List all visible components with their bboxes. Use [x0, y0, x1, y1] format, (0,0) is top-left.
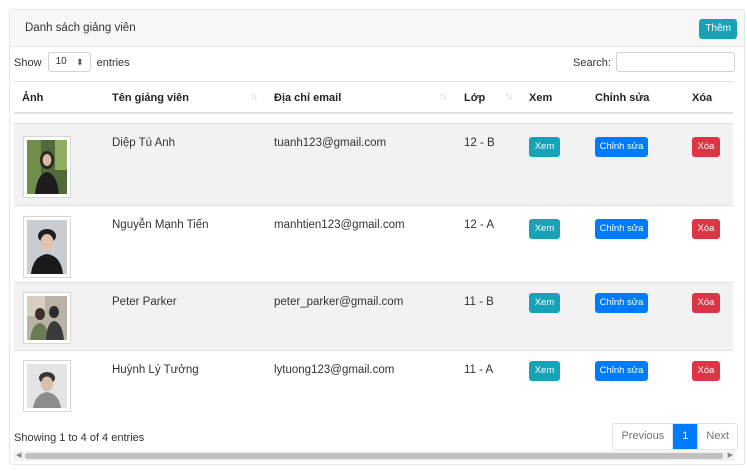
lecturer-email: peter_parker@gmail.com — [274, 296, 404, 308]
lecturer-email: manhtien123@gmail.com — [274, 219, 405, 231]
delete-button[interactable]: Xóa — [692, 361, 720, 381]
lecturer-class: 11 - A — [464, 364, 494, 376]
card-header: Danh sách giảng viên Thêm — [10, 10, 744, 47]
view-button[interactable]: Xem — [529, 219, 560, 239]
sort-arrows-icon: ↑↓ — [439, 91, 447, 101]
lecturer-email: lytuong123@gmail.com — [274, 364, 395, 376]
scroll-left-icon[interactable]: ◀ — [16, 451, 21, 461]
entries-select[interactable]: 10 ⬍ — [47, 52, 91, 73]
lecturer-email: tuanh123@gmail.com — [274, 137, 387, 149]
column-header-email[interactable]: Địa chỉ email — [274, 92, 341, 104]
column-header-view: Xem — [529, 92, 553, 104]
edit-button[interactable]: Chỉnh sửa — [595, 361, 648, 381]
column-header-class[interactable]: Lớp — [464, 92, 485, 104]
table-row: Peter Parker peter_parker@gmail.com 11 -… — [14, 282, 733, 350]
search-input[interactable] — [616, 52, 735, 73]
edit-button[interactable]: Chỉnh sửa — [595, 219, 648, 239]
table-row: Diệp Tú Anh tuanh123@gmail.com 12 - B Xe… — [14, 123, 733, 205]
page-1-button[interactable]: 1 — [672, 424, 698, 449]
lecturer-photo — [23, 136, 71, 198]
search-control: Search: — [573, 52, 735, 74]
lecturer-class: 12 - A — [464, 219, 495, 231]
column-header-delete: Xóa — [692, 92, 713, 104]
pagination: Previous 1 Next — [612, 423, 738, 450]
search-label: Search: — [573, 57, 611, 69]
show-label: Show — [14, 57, 42, 69]
entries-select-value: 10 — [55, 56, 67, 68]
scroll-right-icon[interactable]: ▶ — [728, 451, 733, 461]
delete-button[interactable]: Xóa — [692, 137, 720, 157]
updown-caret-icon: ⬍ — [76, 57, 84, 68]
column-header-name[interactable]: Tên giảng viên — [112, 92, 189, 104]
next-page-button[interactable]: Next — [697, 424, 737, 449]
entries-length-control: Show 10 ⬍ entries — [14, 52, 130, 74]
edit-button[interactable]: Chỉnh sửa — [595, 137, 648, 157]
delete-button[interactable]: Xóa — [692, 293, 720, 313]
sort-arrows-icon: ↑↓ — [250, 91, 258, 101]
previous-page-button[interactable]: Previous — [613, 424, 673, 449]
lecturer-photo — [23, 360, 71, 412]
table-header-row: Ảnh Tên giảng viên ↑↓ Địa chỉ email ↑↓ L… — [14, 81, 733, 114]
delete-button[interactable]: Xóa — [692, 219, 720, 239]
page-title: Danh sách giảng viên — [25, 22, 136, 34]
edit-button[interactable]: Chỉnh sửa — [595, 293, 648, 313]
table-row: Huỳnh Lý Tưởng lytuong123@gmail.com 11 -… — [14, 350, 733, 418]
lecturer-photo — [23, 216, 71, 278]
lecturer-name: Huỳnh Lý Tưởng — [112, 364, 199, 376]
column-header-photo[interactable]: Ảnh — [22, 92, 43, 104]
entries-label: entries — [96, 57, 130, 69]
column-header-edit: Chỉnh sửa — [595, 92, 650, 104]
table-controls: Show 10 ⬍ entries Search: — [14, 52, 735, 74]
lecturer-photo — [23, 292, 71, 344]
lecturer-name: Diệp Tú Anh — [112, 137, 176, 149]
sort-arrows-icon: ↑↓ — [505, 91, 513, 101]
view-button[interactable]: Xem — [529, 137, 560, 157]
lecturer-table: Ảnh Tên giảng viên ↑↓ Địa chỉ email ↑↓ L… — [14, 81, 733, 421]
scrollbar-thumb[interactable] — [25, 453, 723, 459]
table-info: Showing 1 to 4 of 4 entries — [14, 432, 145, 444]
view-button[interactable]: Xem — [529, 293, 560, 313]
horizontal-scrollbar[interactable]: ◀ ▶ — [14, 451, 735, 461]
lecturer-name: Nguyễn Mạnh Tiến — [112, 219, 209, 231]
lecturer-class: 12 - B — [464, 137, 495, 149]
table-row: Nguyễn Mạnh Tiến manhtien123@gmail.com 1… — [14, 205, 733, 282]
lecturer-name: Peter Parker — [112, 296, 177, 308]
view-button[interactable]: Xem — [529, 361, 560, 381]
add-lecturer-button[interactable]: Thêm — [699, 19, 737, 39]
lecturer-class: 11 - B — [464, 296, 494, 308]
